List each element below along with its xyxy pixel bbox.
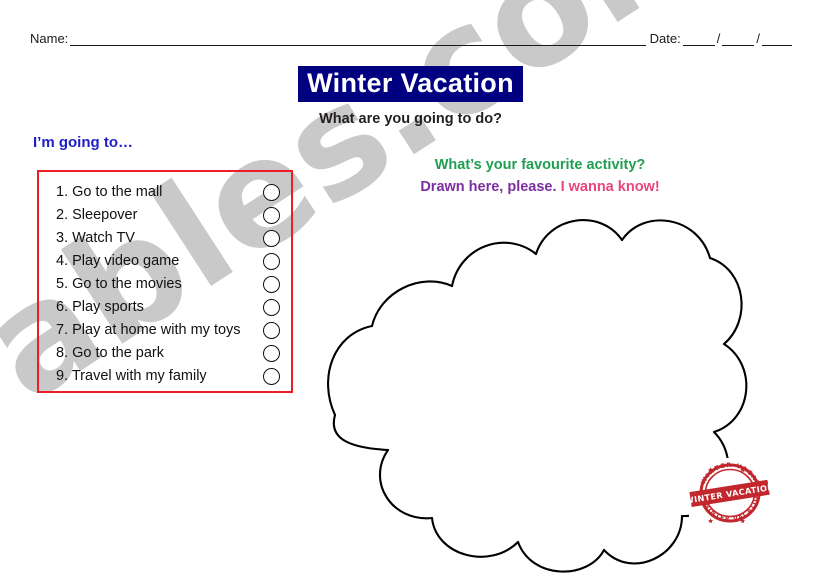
date-day-line[interactable] (682, 32, 715, 46)
activity-label: 7. Play at home with my toys (56, 322, 241, 339)
list-item: 2. Sleepover (39, 204, 291, 227)
list-item: 4. Play video game (39, 250, 291, 273)
activity-checkbox[interactable] (263, 184, 280, 201)
list-item: 7. Play at home with my toys (39, 319, 291, 342)
activity-label: 8. Go to the park (56, 345, 165, 362)
activity-checklist-box: 1. Go to the mall 2. Sleepover 3. Watch … (37, 170, 293, 393)
prompt-instruction-emphasis: I wanna know! (560, 179, 660, 196)
date-month-line[interactable] (722, 32, 755, 46)
winter-vacation-stamp: WINTER VACATION WINTER VACATION WINTER V… (689, 458, 770, 527)
date-separator-2: / (756, 31, 760, 46)
name-label: Name: (30, 31, 69, 46)
activity-checkbox[interactable] (263, 230, 280, 247)
date-year-line[interactable] (762, 32, 792, 46)
checklist-heading: I’m going to… (33, 134, 133, 151)
activity-label: 5. Go to the movies (56, 276, 182, 293)
title-block: Winter Vacation What are you going to do… (0, 66, 821, 127)
activity-checkbox[interactable] (263, 322, 280, 339)
prompt-instruction-main: Drawn here, please. (420, 179, 557, 196)
activity-label: 1. Go to the mall (56, 184, 163, 201)
list-item: 8. Go to the park (39, 342, 291, 365)
prompt-instruction: Drawn here, please. I wanna know! (330, 177, 750, 197)
name-date-header: Name: Date: / / (30, 26, 792, 46)
activity-label: 6. Play sports (56, 299, 144, 316)
prompt-question: What’s your favourite activity? (434, 157, 646, 173)
list-item: 5. Go to the movies (39, 273, 291, 296)
list-item: 9. Travel with my family (39, 365, 291, 388)
date-separator-1: / (716, 31, 721, 46)
activity-checkbox[interactable] (263, 345, 280, 362)
list-item: 1. Go to the mall (39, 181, 291, 204)
activity-list: 1. Go to the mall 2. Sleepover 3. Watch … (39, 172, 291, 388)
worksheet-page: ables.com Name: Date: / / Winter Vacatio… (0, 0, 821, 580)
drawing-prompt: What’s your favourite activity? Drawn he… (330, 155, 750, 198)
activity-checkbox[interactable] (263, 207, 280, 224)
activity-label: 4. Play video game (56, 253, 180, 270)
list-item: 3. Watch TV (39, 227, 291, 250)
page-title: Winter Vacation (298, 66, 523, 103)
activity-checkbox[interactable] (263, 299, 280, 316)
activity-checkbox[interactable] (263, 368, 280, 385)
name-input-line[interactable] (70, 32, 646, 46)
list-item: 6. Play sports (39, 296, 291, 319)
page-subtitle: What are you going to do? (319, 111, 502, 128)
activity-label: 3. Watch TV (56, 230, 135, 247)
date-label: Date: (649, 31, 681, 46)
activity-checkbox[interactable] (263, 276, 280, 293)
activity-label: 2. Sleepover (56, 207, 138, 224)
activity-checkbox[interactable] (263, 253, 280, 270)
activity-label: 9. Travel with my family (56, 368, 207, 385)
